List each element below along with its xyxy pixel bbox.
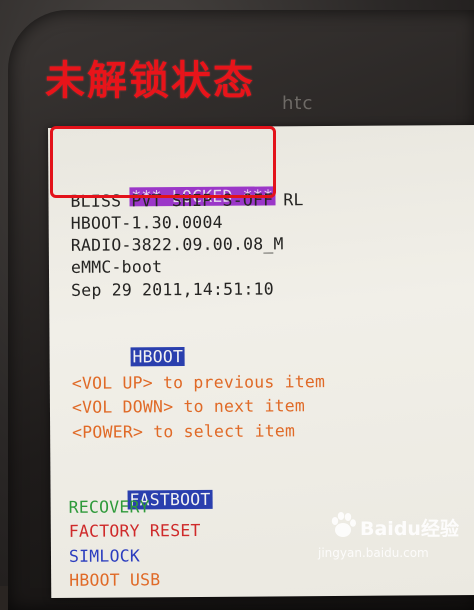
info-line-emmc: eMMC-boot <box>70 257 163 277</box>
watermark-url: jingyan.baidu.com <box>318 546 429 560</box>
instruction-power: <POWER> to select item <box>72 421 296 442</box>
paw-icon <box>331 512 356 537</box>
baidu-watermark: Baidu经验 jingyan.baidu.com <box>318 506 468 576</box>
info-line-hboot: HBOOT-1.30.0004 <box>70 212 223 233</box>
info-line-date: Sep 29 2011,14:51:10 <box>71 279 274 300</box>
section-title: HBOOT <box>130 347 186 367</box>
info-line-radio: RADIO-3822.09.00.08_M <box>70 234 284 255</box>
instruction-vol-down: <VOL DOWN> to next item <box>71 396 306 417</box>
htc-logo: htc <box>282 93 314 114</box>
highlight-box <box>50 126 276 198</box>
menu-item-recovery[interactable]: RECOVERY <box>69 497 150 518</box>
menu-item-hboot-usb[interactable]: HBOOT USB <box>69 570 160 591</box>
instruction-vol-up: <VOL UP> to previous item <box>71 372 326 393</box>
menu-item-simlock[interactable]: SIMLOCK <box>69 546 140 566</box>
watermark-brand: Baidu经验 <box>360 518 459 540</box>
caption-title: 未解锁状态 <box>45 58 255 104</box>
menu-item-factory-reset[interactable]: FACTORY RESET <box>69 521 201 542</box>
